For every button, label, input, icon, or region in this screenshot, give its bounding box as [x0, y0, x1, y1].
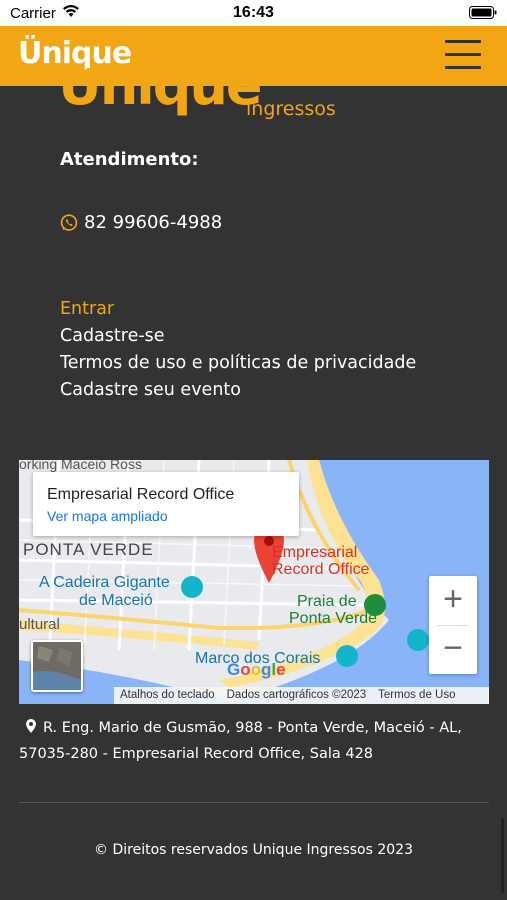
hamburger-icon — [445, 66, 481, 69]
map-label-ponta-verde: PONTA VERDE — [23, 540, 154, 559]
support-title: Atendimento: — [60, 149, 199, 170]
map-label-ponta-verde-beach: Ponta Verde — [289, 610, 378, 627]
map-label-cultural: ultural — [19, 616, 60, 633]
copyright-text: © Direitos reservados Unique Ingressos 2… — [94, 842, 413, 858]
map-label-record-office: Record Office — [272, 561, 370, 578]
map-label-maceio: de Maceió — [79, 592, 153, 609]
terms-link[interactable]: Termos de uso e políticas de privacidade — [60, 350, 416, 377]
login-link[interactable]: Entrar — [60, 296, 416, 323]
map-label-praia: Praia de — [297, 593, 357, 610]
map-label-coworking: orking Maceió Ross — [19, 460, 142, 472]
map-data-credit: Dados cartográficos ©2023 — [226, 689, 367, 701]
zoom-out-button[interactable]: − — [429, 625, 477, 674]
hamburger-icon — [445, 53, 481, 56]
brand-logo[interactable]: Ünique — [18, 36, 132, 71]
register-event-link[interactable]: Cadastre seu evento — [60, 377, 416, 404]
map-label-empresarial: Empresarial — [272, 544, 358, 561]
google-logo: Google — [227, 660, 286, 679]
embedded-map[interactable]: orking Maceió Ross PONTA VERDE Empresari… — [19, 460, 489, 704]
hamburger-icon — [445, 40, 481, 43]
footer-logo: Ünique ingressos — [58, 68, 358, 126]
clock: 16:43 — [233, 4, 274, 21]
footer-links: Entrar Cadastre-se Termos de uso e polít… — [60, 296, 416, 404]
scrollbar[interactable] — [501, 818, 504, 893]
map-terms-link[interactable]: Termos de Uso — [372, 687, 461, 704]
battery-icon — [469, 6, 497, 19]
map-attribution-bar: Atalhos do teclado Dados cartográficos ©… — [114, 687, 489, 704]
address-text: R. Eng. Mario de Gusmão, 988 - Ponta Ver… — [19, 720, 462, 762]
view-larger-map-link[interactable]: Ver mapa ampliado — [47, 508, 168, 524]
footer-logo-word: Ünique — [58, 68, 263, 117]
satellite-thumbnail-icon — [33, 642, 81, 690]
zoom-in-button[interactable]: + — [429, 576, 477, 625]
map-place-title: Empresarial Record Office — [47, 486, 235, 503]
map-label-cadeira: A Cadeira Gigante — [39, 574, 170, 591]
status-bar: Carrier 16:43 — [0, 0, 507, 26]
phone-number: 82 99606-4988 — [84, 212, 223, 233]
footer-divider — [19, 802, 489, 803]
phone-contact[interactable]: 82 99606-4988 — [60, 212, 222, 233]
map-info-card: Empresarial Record Office Ver mapa ampli… — [33, 472, 299, 536]
satellite-toggle[interactable] — [31, 640, 83, 692]
location-pin-icon — [26, 719, 36, 733]
keyboard-shortcuts-link[interactable]: Atalhos do teclado — [114, 687, 221, 704]
address: R. Eng. Mario de Gusmão, 988 - Ponta Ver… — [19, 715, 489, 767]
hamburger-menu-button[interactable] — [445, 40, 481, 70]
register-link[interactable]: Cadastre-se — [60, 323, 416, 350]
footer-logo-subtitle: ingressos — [246, 98, 336, 120]
whatsapp-icon — [60, 213, 78, 231]
zoom-controls: + − — [429, 576, 477, 674]
